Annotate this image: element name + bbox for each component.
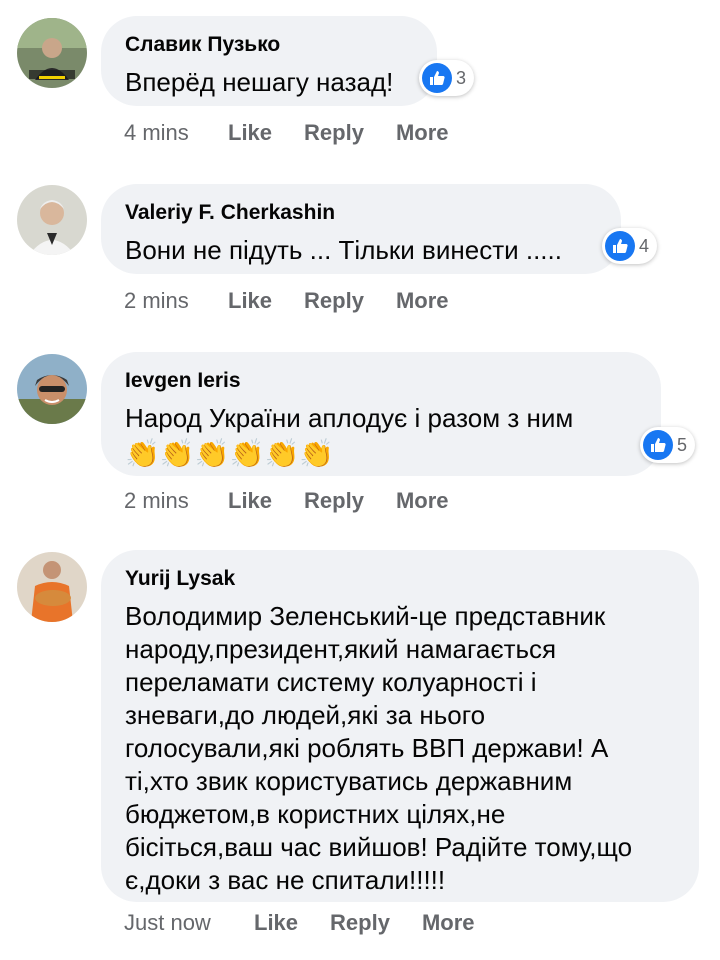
emoji-row: 👏👏👏👏👏👏 (125, 438, 335, 469)
comment-actions: 2 mins Like Reply More (124, 488, 481, 514)
reaction-count: 5 (677, 434, 688, 455)
reaction-badge[interactable]: 4 (602, 228, 658, 264)
comment-actions: 4 mins Like Reply More (124, 120, 481, 146)
thumbs-up-icon (643, 430, 673, 460)
reaction-badge[interactable]: 3 (419, 60, 475, 96)
reaction-count: 4 (639, 235, 650, 256)
comment-author[interactable]: Valeriy F. Cherkashin (125, 200, 597, 226)
comment-author[interactable]: Yurij Lysak (125, 566, 675, 592)
comment-timestamp[interactable]: Just now (124, 910, 254, 936)
comment-text: Вперёд нешагу назад! (125, 67, 394, 97)
avatar[interactable] (17, 18, 87, 88)
more-button[interactable]: More (396, 288, 449, 314)
reply-button[interactable]: Reply (304, 120, 364, 146)
comment-actions: Just now Like Reply More (124, 910, 507, 936)
comment-author[interactable]: Славик Пузько (125, 32, 413, 58)
avatar-image (17, 354, 87, 424)
avatar[interactable] (17, 185, 87, 255)
comment-bubble: Valeriy F. Cherkashin Вони не підуть ...… (101, 184, 621, 274)
comment-timestamp[interactable]: 2 mins (124, 288, 228, 314)
comment-bubble: Ievgen Ieris Народ України аплодує і раз… (101, 352, 661, 476)
more-button[interactable]: More (396, 488, 449, 514)
comment-text: Володимир Зеленський-це представник наро… (125, 601, 633, 895)
like-button[interactable]: Like (254, 910, 298, 936)
avatar-image (17, 18, 87, 88)
reply-button[interactable]: Reply (330, 910, 390, 936)
comment-timestamp[interactable]: 4 mins (124, 120, 228, 146)
comment-bubble: Yurij Lysak Володимир Зеленський-це пред… (101, 550, 699, 902)
comment-author[interactable]: Ievgen Ieris (125, 368, 637, 394)
avatar-image (17, 185, 87, 255)
thumbs-up-icon (605, 231, 635, 261)
like-button[interactable]: Like (228, 288, 272, 314)
reaction-count: 3 (456, 67, 467, 88)
thumbs-up-icon (422, 63, 452, 93)
comment-text: Народ України аплодує і разом з ним (125, 403, 574, 433)
reply-button[interactable]: Reply (304, 288, 364, 314)
more-button[interactable]: More (396, 120, 449, 146)
comment-actions: 2 mins Like Reply More (124, 288, 481, 314)
comment-timestamp[interactable]: 2 mins (124, 488, 228, 514)
more-button[interactable]: More (422, 910, 475, 936)
reaction-badge[interactable]: 5 (640, 427, 696, 463)
reply-button[interactable]: Reply (304, 488, 364, 514)
comment-text: Вони не підуть ... Тільки винести ..... (125, 235, 562, 265)
like-button[interactable]: Like (228, 488, 272, 514)
avatar-image (17, 552, 87, 622)
like-button[interactable]: Like (228, 120, 272, 146)
comment-bubble: Славик Пузько Вперёд нешагу назад! (101, 16, 437, 106)
clapping-hands-icon: 👏👏👏👏👏👏 (125, 437, 637, 471)
avatar[interactable] (17, 552, 87, 622)
avatar[interactable] (17, 354, 87, 424)
